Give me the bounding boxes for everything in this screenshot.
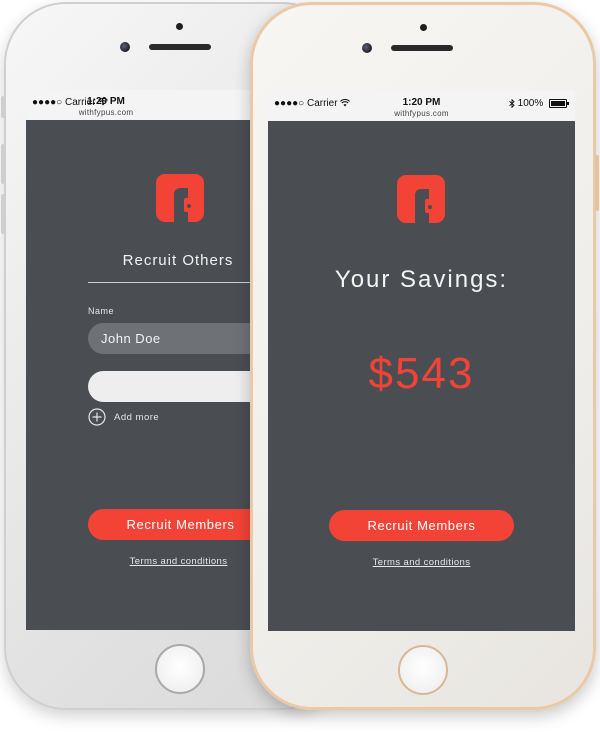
camera-icon: [362, 43, 372, 53]
browser-url: withfypus.com: [394, 109, 449, 118]
battery-icon: [549, 98, 569, 108]
terms-link[interactable]: Terms and conditions: [86, 556, 271, 567]
volume-up-button: [1, 144, 5, 184]
mute-switch: [1, 96, 5, 118]
earpiece-speaker: [149, 44, 211, 50]
power-button: [595, 155, 599, 211]
app-logo-icon: [397, 175, 445, 223]
recruit-members-button[interactable]: Recruit Members: [88, 509, 273, 540]
right-phone: ●●●●○ Carrier 1:20 PM withfypus.com 100%…: [250, 2, 599, 710]
name-label: Name: [88, 306, 115, 316]
browser-url: withfypus.com: [78, 108, 134, 117]
page-title: Recruit Others: [122, 252, 234, 269]
right-screen: ●●●●○ Carrier 1:20 PM withfypus.com 100%…: [268, 91, 575, 631]
home-button-icon[interactable]: [155, 644, 205, 694]
recruit-members-button[interactable]: Recruit Members: [329, 510, 514, 541]
bluetooth-icon: [509, 98, 518, 109]
terms-link[interactable]: Terms and conditions: [329, 557, 514, 568]
volume-down-button: [1, 194, 5, 234]
top-sensor: [420, 24, 427, 31]
battery-percent: 100%: [517, 98, 544, 109]
status-bar: ●●●●○ Carrier 1:20 PM withfypus.com 100%: [268, 91, 575, 121]
title-underline: [88, 282, 268, 283]
camera-icon: [120, 42, 130, 52]
app-logo-icon: [156, 174, 204, 222]
top-sensor: [176, 23, 183, 30]
savings-title: Your Savings:: [334, 266, 509, 293]
add-more-label: Add more: [114, 412, 160, 423]
name-field-value: John Doe: [101, 331, 161, 346]
status-time: 1:20 PM: [87, 96, 125, 107]
battery-indicator: 100%: [509, 98, 569, 109]
earpiece-speaker: [391, 45, 453, 51]
savings-amount: $543: [368, 349, 475, 398]
home-button-icon[interactable]: [398, 645, 448, 695]
plus-circle-icon: [88, 408, 106, 429]
